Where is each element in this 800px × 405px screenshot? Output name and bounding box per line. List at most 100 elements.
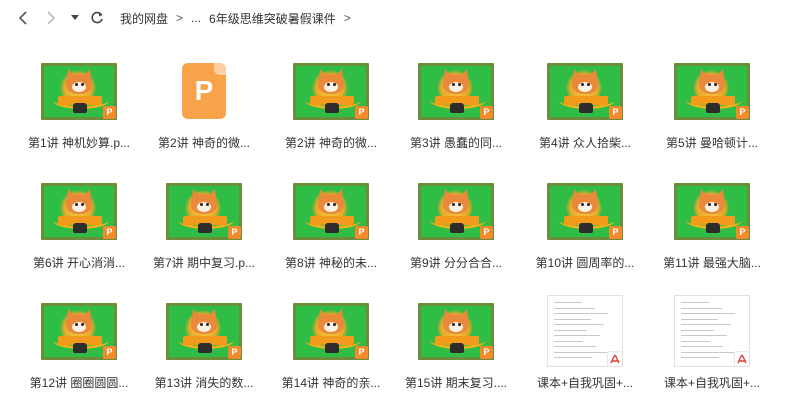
file-item[interactable]: P 第13讲 消失的数... [144, 278, 264, 398]
fox-body-graphic [706, 102, 720, 113]
document-text-line [554, 318, 591, 320]
refresh-button[interactable] [88, 9, 106, 27]
fox-eye-icon [587, 202, 590, 206]
file-name: 第4讲 众人拾柴... [538, 136, 631, 150]
pdf-file-icon [734, 351, 749, 366]
file-item[interactable]: P 第2讲 神奇的微... [271, 38, 391, 158]
back-button[interactable] [14, 9, 32, 27]
pdf-logo-icon [610, 354, 620, 364]
file-thumbnail: P [396, 50, 516, 132]
file-name: 第14讲 神奇的亲... [281, 376, 381, 390]
file-item[interactable]: P 第1讲 神机妙算.p... [19, 38, 139, 158]
file-thumbnail: P [525, 50, 645, 132]
breadcrumb-current[interactable]: 6年级思维突破暑假课件 [209, 10, 336, 27]
ppt-file-icon: P [228, 345, 241, 359]
document-text-line [681, 335, 727, 336]
refresh-icon [91, 11, 103, 24]
file-name: 第15讲 期末复习.... [404, 376, 508, 390]
fox-eye-icon [458, 202, 461, 206]
file-item[interactable]: P 第2讲 神奇的微... [144, 38, 264, 158]
fox-body-graphic [579, 222, 593, 233]
fox-body-graphic [450, 102, 464, 113]
file-item[interactable]: P 第3讲 愚蠢的同... [396, 38, 516, 158]
file-item[interactable]: P 第7讲 期中复习.p... [144, 158, 264, 278]
file-thumbnail: P [19, 170, 139, 252]
breadcrumb-root[interactable]: 我的网盘 [120, 10, 168, 27]
file-thumbnail [525, 290, 645, 372]
fox-eye-icon [327, 322, 330, 326]
chevron-left-icon [18, 11, 27, 25]
file-name: 第8讲 神秘的未... [284, 256, 377, 270]
file-name: 第9讲 分分合合... [409, 256, 502, 270]
fox-eye-icon [75, 202, 78, 206]
file-item[interactable]: P 第6讲 开心消消... [19, 158, 139, 278]
file-name: 第10讲 圆周率的... [535, 256, 635, 270]
file-item[interactable]: P 第8讲 神秘的未... [271, 158, 391, 278]
file-name: 第7讲 期中复习.p... [152, 256, 256, 270]
file-name: 第12讲 圈圈圆圆... [29, 376, 129, 390]
file-thumbnail: P [396, 170, 516, 252]
ppt-thumbnail: P [41, 62, 117, 120]
caret-down-icon [71, 15, 79, 20]
file-thumbnail: P [652, 50, 772, 132]
pdf-logo-icon [737, 354, 747, 364]
fox-eye-icon [708, 202, 711, 206]
fox-body-graphic [325, 222, 339, 233]
breadcrumb: 我的网盘 > ... 6年级思维突破暑假课件 > [120, 10, 351, 27]
document-text-line [681, 313, 735, 314]
file-item[interactable]: P 第14讲 神奇的亲... [271, 278, 391, 398]
file-thumbnail: P [396, 290, 516, 372]
file-item[interactable]: P 第10讲 圆周率的... [525, 158, 645, 278]
file-item[interactable]: P 第15讲 期末复习.... [396, 278, 516, 398]
file-thumbnail: P [652, 170, 772, 252]
ppt-thumbnail: P [674, 182, 750, 240]
ppt-file-icon: P [182, 63, 226, 119]
ppt-thumbnail: P [674, 62, 750, 120]
forward-button[interactable] [42, 9, 60, 27]
file-item[interactable]: P 第4讲 众人拾柴... [525, 38, 645, 158]
ppt-thumbnail: P [418, 62, 494, 120]
document-text-line [554, 307, 595, 309]
fox-eye-icon [587, 82, 590, 86]
ppt-file-icon: P [736, 225, 749, 239]
fox-eye-icon [200, 202, 203, 206]
file-thumbnail: P [144, 170, 264, 252]
document-text-line [554, 335, 600, 336]
file-item[interactable]: P 第11讲 最强大脑... [652, 158, 772, 278]
fox-eye-icon [458, 322, 461, 326]
file-item[interactable]: 课本+自我巩固+... [525, 278, 645, 398]
fox-eye-icon [458, 82, 461, 86]
fox-body-graphic [450, 342, 464, 353]
fox-eye-icon [452, 322, 455, 326]
file-grid: P 第1讲 神机妙算.p... P 第2讲 神奇的微... P 第2讲 神奇的微... P 第… [0, 36, 800, 405]
fox-body-graphic [325, 342, 339, 353]
file-thumbnail: P [144, 290, 264, 372]
document-text-line [554, 302, 582, 303]
fox-body-graphic [325, 102, 339, 113]
file-thumbnail: P [19, 50, 139, 132]
file-thumbnail: P [19, 290, 139, 372]
file-item[interactable]: P 第9讲 分分合合... [396, 158, 516, 278]
pdf-thumbnail [674, 295, 750, 367]
history-dropdown-button[interactable] [70, 9, 80, 27]
chevron-right-icon [47, 11, 56, 25]
ppt-thumbnail: P [547, 182, 623, 240]
file-thumbnail: P [271, 170, 391, 252]
breadcrumb-separator: > [343, 11, 351, 25]
ppt-file-icon: P [480, 225, 493, 239]
fox-eye-icon [708, 82, 711, 86]
file-item[interactable]: P 第12讲 圈圈圆圆... [19, 278, 139, 398]
file-item[interactable]: P 第5讲 曼哈顿计... [652, 38, 772, 158]
ppt-thumbnail: P [41, 182, 117, 240]
document-text-line [554, 313, 608, 314]
ppt-thumbnail: P [418, 302, 494, 360]
file-item[interactable]: 课本+自我巩固+... [652, 278, 772, 398]
document-text-line [681, 346, 723, 347]
fox-eye-icon [81, 202, 84, 206]
fox-eye-icon [333, 202, 336, 206]
ppt-thumbnail: P [166, 182, 242, 240]
breadcrumb-ellipsis[interactable]: ... [191, 11, 201, 25]
document-text-line [554, 351, 609, 353]
ppt-file-icon: P [355, 225, 368, 239]
fox-body-graphic [73, 342, 87, 353]
